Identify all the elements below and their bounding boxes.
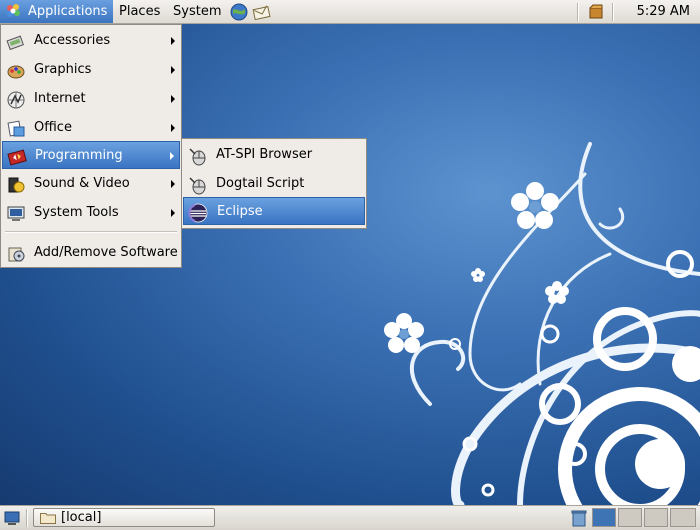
email-launcher-icon[interactable]	[252, 2, 272, 22]
applications-menu-label: Applications	[28, 4, 108, 19]
clock[interactable]: 5:29 AM	[637, 0, 690, 23]
internet-icon	[7, 91, 25, 109]
trash-icon[interactable]	[570, 508, 588, 527]
add-remove-software-icon	[8, 247, 25, 262]
workspace-4-button[interactable]	[670, 508, 696, 527]
menu-item-add-remove-software[interactable]: Add/Remove Software	[2, 239, 180, 267]
menu-item-office[interactable]: Office	[2, 114, 180, 142]
sound-video-icon	[8, 177, 25, 193]
submenu-item-at-spi-browser[interactable]: AT-SPI Browser	[183, 141, 365, 169]
menu-item-label: Internet	[34, 91, 86, 106]
gnome-foot-icon	[7, 4, 20, 17]
menu-item-internet[interactable]: Internet	[2, 85, 180, 113]
places-menu-button[interactable]: Places	[113, 0, 166, 23]
system-menu-button[interactable]: System	[167, 0, 227, 23]
submenu-arrow-icon	[171, 209, 175, 217]
submenu-item-dogtail-script-recorder[interactable]: Dogtail Script Recorder	[183, 170, 365, 219]
submenu-arrow-icon	[171, 124, 175, 132]
menu-item-programming[interactable]: Programming	[2, 141, 180, 169]
programming-submenu: AT-SPI Browser Dogtail Script Recorder E…	[181, 138, 367, 229]
menu-separator	[5, 231, 177, 233]
applications-menu-button[interactable]: Applications	[0, 0, 113, 23]
panel-separator	[577, 3, 579, 21]
menu-item-system-tools[interactable]: System Tools	[2, 199, 180, 227]
taskbar-window-label: [local]	[61, 510, 102, 525]
graphics-icon	[7, 65, 25, 79]
office-icon	[7, 120, 25, 137]
mouse-icon	[189, 177, 206, 195]
submenu-arrow-icon	[170, 152, 174, 160]
workspace-1-button[interactable]	[592, 508, 616, 527]
workspace-2-button[interactable]	[618, 508, 642, 527]
menu-item-graphics[interactable]: Graphics	[2, 56, 180, 84]
submenu-item-label: AT-SPI Browser	[216, 147, 313, 162]
panel-separator	[26, 509, 28, 527]
menu-item-label: Sound & Video	[34, 176, 130, 191]
menu-item-label: Accessories	[34, 33, 111, 48]
workspace-3-button[interactable]	[644, 508, 668, 527]
submenu-arrow-icon	[171, 180, 175, 188]
accessories-icon	[6, 35, 24, 51]
programming-icon	[7, 149, 27, 166]
taskbar-window-button[interactable]: [local]	[33, 508, 215, 527]
submenu-arrow-icon	[171, 37, 175, 45]
submenu-item-eclipse[interactable]: Eclipse	[183, 197, 365, 225]
software-update-icon[interactable]	[587, 3, 605, 21]
menu-item-label: Office	[34, 120, 72, 135]
mouse-icon	[189, 148, 206, 166]
panel-separator	[612, 3, 614, 21]
submenu-arrow-icon	[171, 66, 175, 74]
bottom-panel: [local]	[0, 505, 700, 530]
eclipse-icon	[188, 203, 208, 223]
menu-item-label: Graphics	[34, 62, 92, 77]
menu-item-sound-video[interactable]: Sound & Video	[2, 170, 180, 198]
folder-icon	[40, 513, 56, 524]
menu-item-label: Programming	[35, 148, 123, 163]
top-panel: Applications Places System 5:29 AM	[0, 0, 700, 24]
applications-menu: Accessories Graphics Internet Office Pro…	[0, 24, 182, 268]
submenu-arrow-icon	[171, 95, 175, 103]
menu-item-accessories[interactable]: Accessories	[2, 27, 180, 55]
submenu-item-label: Eclipse	[217, 204, 263, 219]
menu-item-label: Add/Remove Software	[34, 245, 178, 260]
system-tools-icon	[7, 206, 25, 221]
menu-item-label: System Tools	[34, 205, 119, 220]
web-browser-launcher-icon[interactable]	[229, 2, 249, 22]
show-desktop-icon[interactable]	[3, 509, 21, 527]
